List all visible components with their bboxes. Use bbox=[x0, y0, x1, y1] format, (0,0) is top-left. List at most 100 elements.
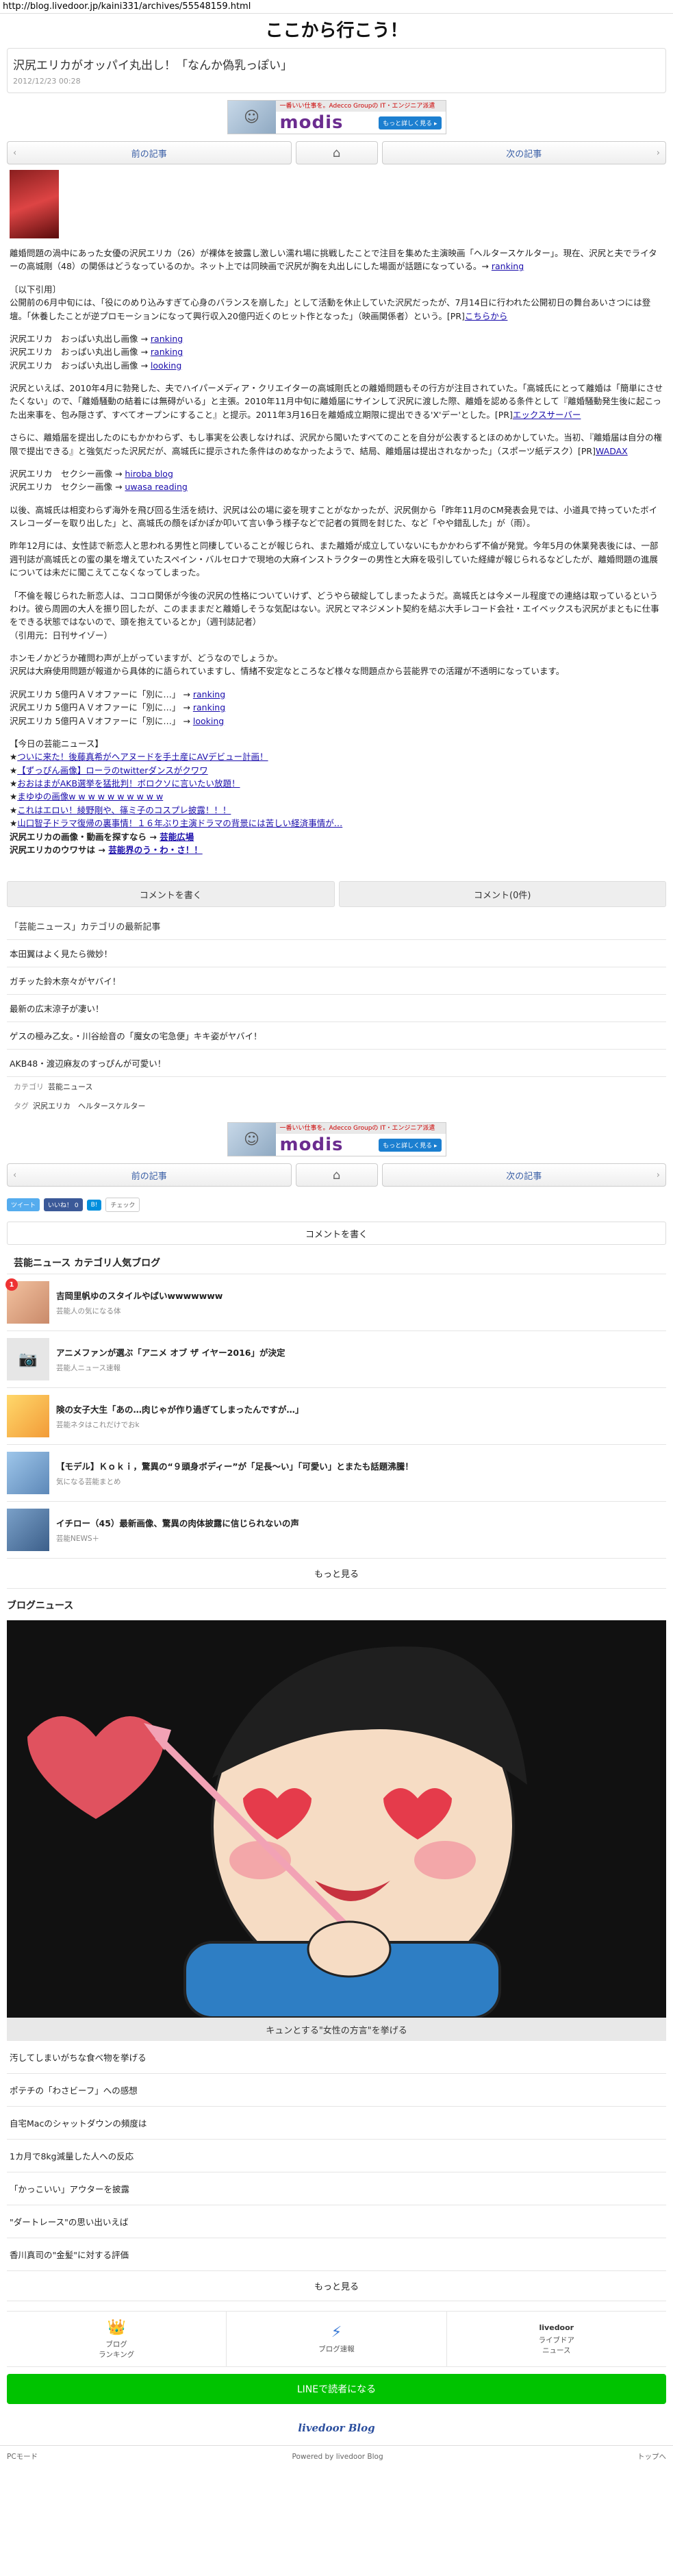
popular-blog-item[interactable]: 📷 アニメファンが選ぶ「アニメ オブ ザ イヤー2016」が決定 芸能人ニュース速… bbox=[7, 1331, 666, 1389]
geinou-hiroba-link[interactable]: 芸能広場 bbox=[160, 832, 194, 842]
popular-blog-item[interactable]: 険の女子大生「あの…肉じゃが作り過ぎてしまったんですが…」 芸能ネタはこれだけでお… bbox=[7, 1388, 666, 1446]
blog-thumbnail bbox=[7, 1395, 49, 1438]
today-news-link[interactable]: おおはまがAKB選挙を猛批判！ボロクソに言いたい放題！ bbox=[17, 778, 240, 789]
blog-source: 芸能人の気になる体 bbox=[56, 1307, 121, 1316]
popular-blog-item[interactable]: 1 吉岡里帆ゆのスタイルやばいwwwwwww 芸能人の気になる体 bbox=[5, 1274, 666, 1332]
ad-cta-button[interactable]: もっと詳しく見る ▸ bbox=[379, 116, 442, 129]
hiroba-link[interactable]: hiroba blog bbox=[125, 469, 173, 479]
chevron-left-icon: ‹ bbox=[13, 1169, 17, 1180]
looking-link[interactable]: looking bbox=[193, 716, 224, 726]
share-bar: ツイート いいね！ 0 B! チェック bbox=[0, 1192, 673, 1217]
today-news-link[interactable]: ついに来た！後藤真希がヘアヌードを手土産にAVデビュー計画！ bbox=[17, 752, 268, 762]
today-news-link[interactable]: これはエロい！綾野剛や、篠ミ子のコスプレ披露！！！ bbox=[17, 805, 231, 815]
article-title: 沢尻エリカがオッパイ丸出し！「なんか偽乳っぽい」 bbox=[13, 59, 292, 73]
popular-blogs-title: 芸能ニュース カテゴリ人気ブログ bbox=[7, 1249, 666, 1275]
blog-thumbnail bbox=[7, 1509, 49, 1552]
ranking-link[interactable]: ranking bbox=[151, 347, 183, 357]
blog-title: アニメファンが選ぶ「アニメ オブ ザ イヤー2016」が決定 bbox=[56, 1348, 285, 1359]
today-news-link[interactable]: 山口智子ドラマ復帰の裏事情！１６年ぶり主演ドラマの背景には苦しい経済事情が… bbox=[17, 818, 342, 828]
article-date: 2012/12/23 00:28 bbox=[13, 77, 81, 86]
article-thumbnail[interactable] bbox=[10, 170, 59, 238]
recent-article-item[interactable]: ガチッた鈴木奈々がヤバイ！ bbox=[7, 967, 666, 995]
crown-icon: 👑 bbox=[107, 2318, 126, 2336]
chevron-left-icon: ‹ bbox=[13, 147, 17, 158]
recent-article-item[interactable]: AKB48・渡辺麻友のすっぴんが可愛い！ bbox=[7, 1050, 666, 1078]
blog-news-item[interactable]: 1カ月で8kg減量した人への反応 bbox=[7, 2140, 666, 2173]
blog-title: イチロー（45）最新画像、驚異の肉体披露に信じられないの声 bbox=[56, 1518, 299, 1529]
category-link[interactable]: 芸能ニュース bbox=[48, 1082, 92, 1091]
fb-like-button[interactable]: いいね！ 0 bbox=[44, 1198, 83, 1212]
footer-nav-label: ブログ ランキング bbox=[99, 2340, 135, 2359]
uwasa-link[interactable]: uwasa reading bbox=[125, 482, 187, 492]
ranking-link[interactable]: ranking bbox=[193, 702, 225, 713]
next-article-button[interactable]: 次の記事 › bbox=[381, 1163, 666, 1187]
check-button[interactable]: チェック bbox=[105, 1198, 140, 1213]
ad-cta-button[interactable]: もっと詳しく見る ▸ bbox=[379, 1138, 442, 1152]
prev-article-button[interactable]: ‹ 前の記事 bbox=[7, 141, 292, 164]
url-bar[interactable]: http://blog.livedoor.jp/kaini331/archive… bbox=[0, 0, 673, 14]
livedoor-blog-logo[interactable]: livedoor Blog bbox=[0, 2411, 673, 2445]
today-news-heading: 【今日の芸能ニュース】 bbox=[10, 738, 103, 749]
ranking-link[interactable]: ranking bbox=[193, 689, 225, 699]
popular-blog-item[interactable]: イチロー（45）最新画像、驚異の肉体披露に信じられないの声 芸能NEWS＋ bbox=[7, 1502, 666, 1559]
looking-link[interactable]: looking bbox=[151, 360, 181, 371]
blog-thumbnail bbox=[7, 1452, 49, 1495]
blog-news-item[interactable]: "ダートレース"の思い出いえば bbox=[7, 2205, 666, 2239]
geinoukai-uwasa-link[interactable]: 芸能界のう・わ・さ！！ bbox=[108, 845, 203, 855]
write-comment-button-2[interactable]: コメントを書く bbox=[7, 1222, 666, 1246]
today-news-link[interactable]: 【ずっぴん画像】ローラのtwitterダンスがクワワ bbox=[17, 765, 207, 776]
blog-news-item[interactable]: 香川真司の"金髪"に対する評価 bbox=[7, 2238, 666, 2272]
ranking-link[interactable]: ranking bbox=[151, 334, 183, 344]
livedoor-news-logo: livedoor bbox=[539, 2323, 574, 2332]
tags-link[interactable]: 沢尻エリカ ヘルタースケルター bbox=[33, 1102, 145, 1111]
ad-banner-2[interactable]: ☺ 一番いい仕事を。Adecco Groupの IT・エンジニア派遣 modis… bbox=[227, 1122, 446, 1157]
popular-blogs-more-button[interactable]: もっと見る bbox=[7, 1559, 666, 1589]
extra-line-label: 沢尻エリカの画像・動画を探すなら → bbox=[10, 831, 160, 842]
blog-news-item[interactable]: ポテチの「わさビーフ」への感想 bbox=[7, 2074, 666, 2107]
line-subscribe-button[interactable]: LINEで読者になる bbox=[7, 2374, 666, 2405]
write-comment-button[interactable]: コメントを書く bbox=[7, 881, 335, 908]
ad-photo: ☺ bbox=[227, 1123, 276, 1156]
blog-news-hero-image[interactable] bbox=[7, 1620, 666, 2018]
popular-blog-item[interactable]: 【モデル】Ｋｏｋｉ，驚異の“９頭身ボディー”が「足長〜い」「可愛い」とまたも話題… bbox=[7, 1445, 666, 1502]
popular-blogs-list: 1 吉岡里帆ゆのスタイルやばいwwwwwww 芸能人の気になる体 📷 アニメファン… bbox=[0, 1274, 673, 1559]
comments-count-button[interactable]: コメント(0件) bbox=[338, 881, 666, 908]
blog-news-hero-caption[interactable]: キュンとする"女性の方言"を挙げる bbox=[7, 2018, 666, 2042]
recent-article-item[interactable]: ゲスの極み乙女。・川谷絵音の「魔女の宅急便」キキ姿がヤバイ！ bbox=[7, 1022, 666, 1050]
next-article-button[interactable]: 次の記事 › bbox=[381, 141, 666, 164]
tags-row: タグ 沢尻エリカ ヘルタースケルター bbox=[7, 1096, 666, 1115]
prev-article-button[interactable]: ‹ 前の記事 bbox=[7, 1163, 292, 1187]
livedoor-news-link[interactable]: livedoor ライブドア ニュース bbox=[447, 2312, 666, 2366]
recent-article-item[interactable]: 最新の広末涼子が凄い！ bbox=[7, 995, 666, 1023]
page-top-link[interactable]: トップへ bbox=[637, 2451, 666, 2462]
body-p3-link[interactable]: エックスサーバー bbox=[513, 410, 581, 420]
blog-news-more-button[interactable]: もっと見る bbox=[7, 2271, 666, 2302]
home-button[interactable]: ⌂ bbox=[295, 1163, 378, 1187]
recent-article-item[interactable]: 本田翼はよく見たら微妙！ bbox=[7, 940, 666, 968]
blog-news-flash-link[interactable]: ⚡ ブログ速報 bbox=[227, 2312, 447, 2367]
tags-label: タグ bbox=[14, 1102, 29, 1111]
hatebu-button[interactable]: B! bbox=[86, 1199, 102, 1211]
blog-ranking-link[interactable]: 👑 ブログ ランキング bbox=[7, 2312, 227, 2367]
powered-by-text: Powered by livedoor Blog bbox=[292, 2452, 383, 2461]
pc-mode-link[interactable]: PCモード bbox=[7, 2451, 38, 2462]
body-p1-link[interactable]: ranking bbox=[492, 261, 524, 271]
body-p2: 公開前の6月中旬には、「役にのめり込みすぎて心身のバランスを崩した」として活動を… bbox=[10, 297, 651, 321]
blog-title: 吉岡里帆ゆのスタイルやばいwwwwwww bbox=[56, 1291, 223, 1302]
home-icon: ⌂ bbox=[332, 1167, 341, 1182]
pager-top: ‹ 前の記事 ⌂ 次の記事 › bbox=[7, 141, 666, 164]
body-p2-link[interactable]: こちらから bbox=[465, 311, 508, 321]
heart-eyes-illustration bbox=[7, 1620, 666, 2018]
home-button[interactable]: ⌂ bbox=[295, 141, 378, 164]
blog-news-item[interactable]: 汚してしまいがちな食べ物を挙げる bbox=[7, 2041, 666, 2075]
today-news-link[interactable]: まゆゆの画像w w w w w w w w w w bbox=[17, 791, 163, 802]
article-header: 沢尻エリカがオッパイ丸出し！「なんか偽乳っぽい」 2012/12/23 00:2… bbox=[7, 48, 666, 93]
blog-news-item[interactable]: 「かっこいい」アウターを披露 bbox=[7, 2172, 666, 2206]
body-p4-link[interactable]: WADAX bbox=[596, 446, 628, 456]
tweet-button[interactable]: ツイート bbox=[7, 1198, 40, 1212]
link-line-label: 沢尻エリカ おっぱい丸出し画像 → bbox=[10, 333, 151, 344]
home-icon: ⌂ bbox=[332, 145, 341, 160]
ad-banner[interactable]: ☺ 一番いい仕事を。Adecco Groupの IT・エンジニア派遣 modis… bbox=[227, 100, 446, 134]
blog-news-item[interactable]: 自宅Macのシャットダウンの頻度は bbox=[7, 2107, 666, 2140]
blog-title[interactable]: ここから行こう！ bbox=[0, 14, 673, 48]
